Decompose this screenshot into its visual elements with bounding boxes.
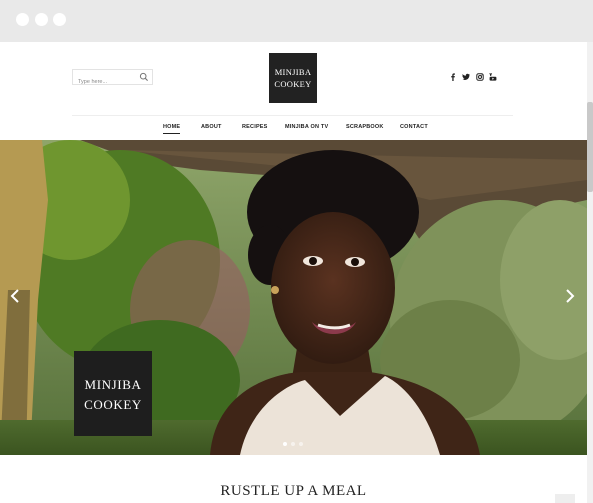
nav-item-home[interactable]: HOME [163, 124, 181, 134]
web-page: MINJIBA COOKEY HOME ABOUT RECIPES MINJIB… [0, 42, 587, 503]
slide-dot-2[interactable] [291, 442, 295, 446]
hero-slider[interactable]: MINJIBA COOKEY [0, 140, 587, 455]
search-icon[interactable] [139, 72, 149, 82]
youtube-icon[interactable] [489, 73, 497, 81]
main-nav: HOME ABOUT RECIPES MINJIBA ON TV SCRAPBO… [0, 124, 587, 138]
hero-logo-line-1: MINJIBA [84, 377, 142, 392]
hero-logo-line-2: COOKEY [84, 397, 142, 412]
nav-item-about[interactable]: ABOUT [201, 124, 222, 130]
nav-item-contact[interactable]: CONTACT [400, 124, 428, 130]
header-divider [72, 115, 513, 116]
chevron-right-icon[interactable] [564, 288, 576, 304]
window-maximize-dot[interactable] [53, 13, 66, 26]
page-scrollbar[interactable] [587, 42, 593, 503]
search-input[interactable] [73, 75, 135, 89]
instagram-icon[interactable] [476, 73, 484, 81]
twitter-icon[interactable] [462, 73, 470, 81]
logo-line-1: MINJIBA [274, 67, 312, 77]
window-minimize-dot[interactable] [35, 13, 48, 26]
scrollbar-thumb[interactable] [587, 102, 593, 192]
slider-pagination [283, 442, 313, 448]
nav-item-scrapbook[interactable]: SCRAPBOOK [346, 124, 384, 130]
slide-dot-1[interactable] [283, 442, 287, 446]
nav-item-recipes[interactable]: RECIPES [242, 124, 268, 130]
logo-line-2: COOKEY [274, 79, 312, 89]
scroll-to-top-button[interactable] [555, 494, 575, 503]
site-logo[interactable]: MINJIBA COOKEY [269, 53, 317, 103]
chevron-left-icon[interactable] [9, 288, 21, 304]
facebook-icon[interactable] [449, 73, 457, 81]
slide-dot-3[interactable] [299, 442, 303, 446]
search-box[interactable] [72, 69, 153, 89]
window-close-dot[interactable] [16, 13, 29, 26]
section-title: RUSTLE UP A MEAL [220, 483, 367, 499]
browser-chrome [0, 0, 593, 42]
hero-logo: MINJIBA COOKEY [74, 351, 152, 436]
nav-item-minjiba-on-tv[interactable]: MINJIBA ON TV [285, 124, 328, 130]
